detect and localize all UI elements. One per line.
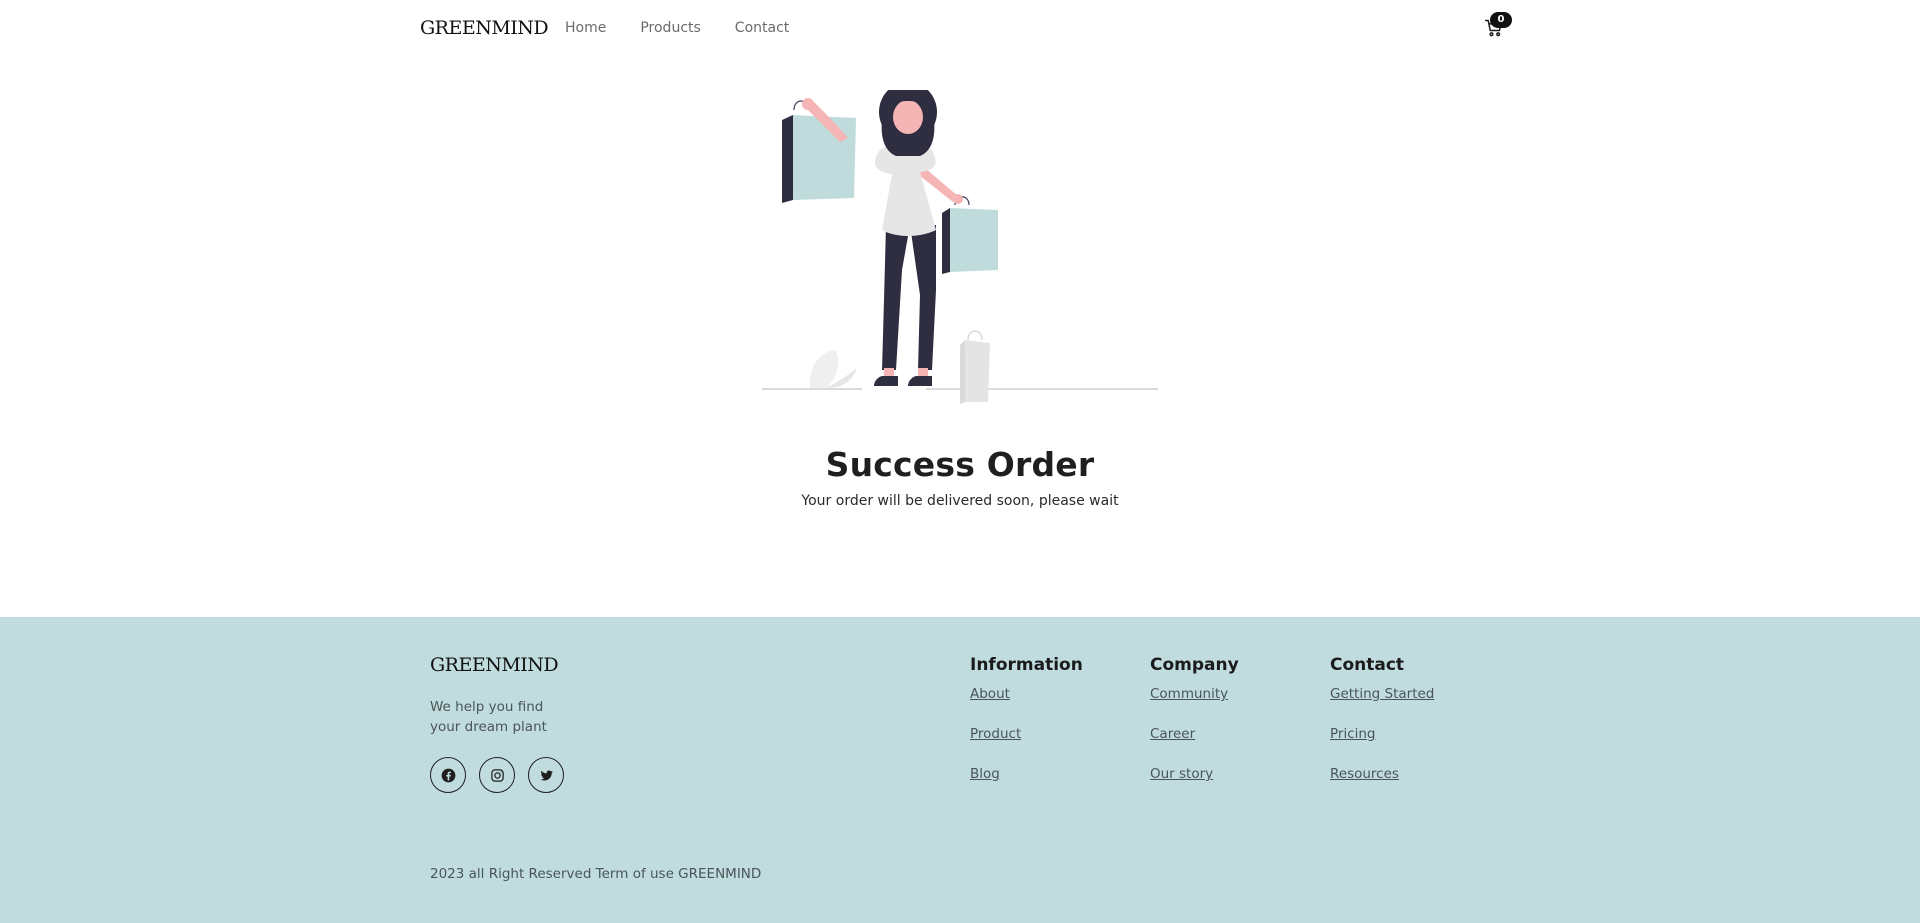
- copyright-text: 2023 all Right Reserved Term of use GREE…: [430, 866, 762, 882]
- site-footer: GREENMIND We help you find your dream pl…: [0, 617, 1920, 923]
- footer-link-about[interactable]: About: [970, 684, 1083, 724]
- nav-products[interactable]: Products: [640, 20, 700, 36]
- page-title: Success Order: [825, 445, 1095, 484]
- shopping-bag-floor-icon: [960, 330, 990, 404]
- footer-tagline: We help you find your dream plant: [430, 699, 547, 735]
- footer-column-contact: Contact Getting Started Pricing Resource…: [1330, 655, 1434, 804]
- footer-heading-contact: Contact: [1330, 655, 1405, 675]
- instagram-button[interactable]: [479, 757, 515, 793]
- twitter-button[interactable]: [528, 757, 564, 793]
- footer-link-getting-started[interactable]: Getting Started: [1330, 684, 1434, 724]
- nav-contact[interactable]: Contact: [735, 20, 789, 36]
- logo[interactable]: GREENMIND: [420, 17, 549, 39]
- footer-link-career[interactable]: Career: [1150, 724, 1239, 764]
- footer-heading-company: Company: [1150, 655, 1239, 675]
- footer-link-pricing[interactable]: Pricing: [1330, 724, 1434, 764]
- instagram-icon: [490, 768, 504, 782]
- social-links: [430, 757, 564, 793]
- footer-column-information: Information About Product Blog: [970, 655, 1083, 804]
- main-nav: Home Products Contact: [565, 20, 789, 36]
- facebook-button[interactable]: [430, 757, 466, 793]
- shopping-bag-right-icon: [942, 196, 998, 274]
- footer-link-product[interactable]: Product: [970, 724, 1083, 764]
- plant-leaf-icon: [809, 350, 839, 388]
- footer-link-blog[interactable]: Blog: [970, 764, 1083, 804]
- footer-logo[interactable]: GREENMIND: [430, 654, 559, 676]
- footer-link-our-story[interactable]: Our story: [1150, 764, 1239, 804]
- site-header: GREENMIND Home Products Contact 0: [0, 0, 1920, 60]
- cart-count-badge: 0: [1490, 12, 1512, 28]
- footer-heading-information: Information: [970, 655, 1083, 675]
- nav-home[interactable]: Home: [565, 20, 606, 36]
- success-illustration: [762, 90, 1158, 404]
- page-subtitle: Your order will be delivered soon, pleas…: [801, 493, 1119, 509]
- footer-column-company: Company Community Career Our story: [1150, 655, 1239, 804]
- facebook-icon: [441, 768, 455, 782]
- twitter-icon: [540, 770, 553, 780]
- footer-link-resources[interactable]: Resources: [1330, 764, 1434, 804]
- footer-link-community[interactable]: Community: [1150, 684, 1239, 724]
